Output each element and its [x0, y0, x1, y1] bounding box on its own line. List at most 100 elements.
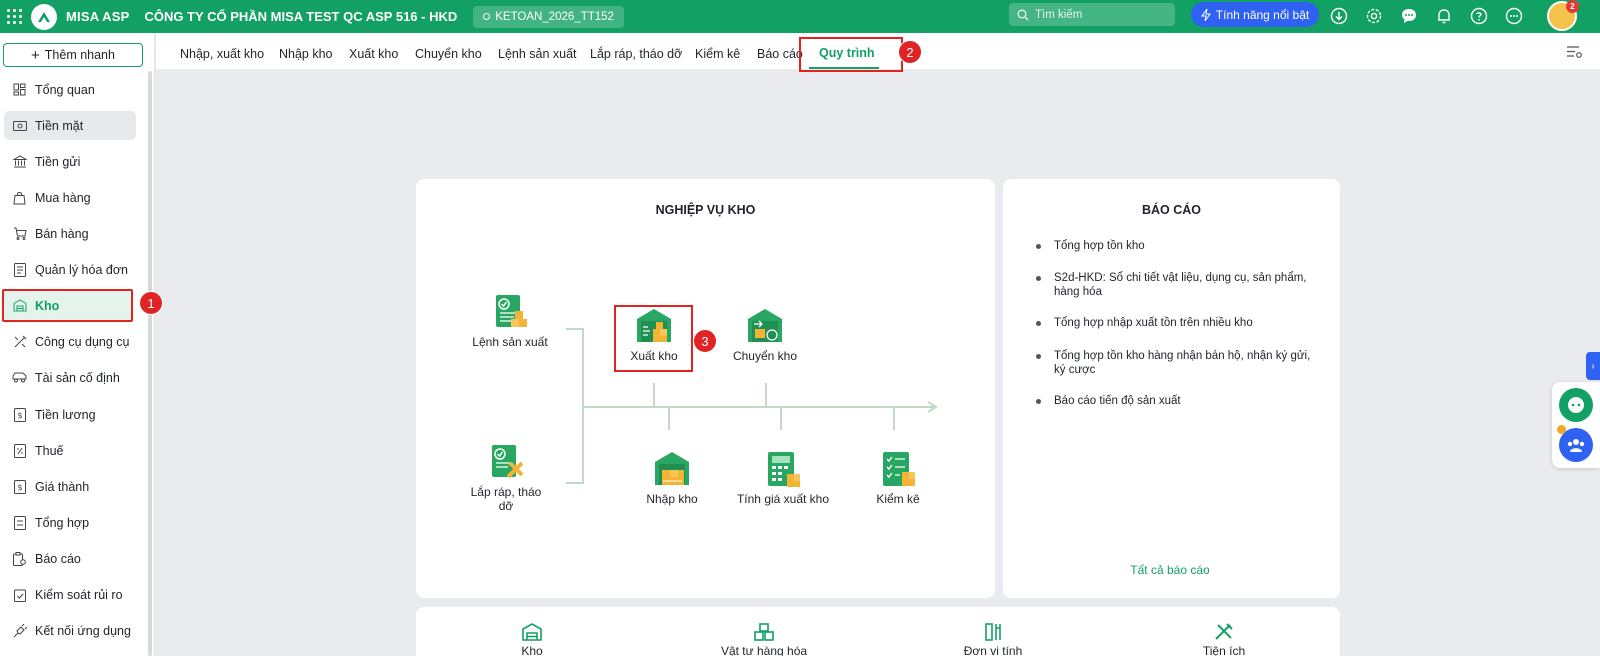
sidebar-item-label: Báo cáo [35, 551, 81, 566]
flow-label: Tính giá xuất kho [736, 492, 830, 506]
sidebar-item-fixed-assets[interactable]: Tài sản cố định [4, 363, 136, 392]
report-icon [12, 551, 27, 566]
sidebar-item-label: Quản lý hóa đơn [35, 262, 128, 277]
help-icon[interactable] [1467, 4, 1491, 28]
flow-transfer[interactable]: Chuyển kho [725, 307, 805, 363]
bank-icon [12, 154, 27, 169]
process-flow-lines [566, 328, 938, 484]
report-link-material-detail-book[interactable]: S2d-HKD: Sổ chi tiết vật liệu, dụng cụ, … [1036, 271, 1316, 299]
tab-production-order[interactable]: Lệnh sản xuất [498, 47, 577, 61]
featured-button[interactable]: Tính năng nổi bật [1191, 2, 1319, 27]
app-launcher-icon[interactable] [3, 6, 25, 28]
tab-inventory-check[interactable]: Kiểm kê [695, 47, 740, 61]
plus-icon: + [31, 46, 40, 64]
step-badge-1: 1 [139, 291, 163, 315]
report-link-production-progress[interactable]: Báo cáo tiến độ sản xuất [1036, 394, 1316, 408]
chat-icon[interactable] [1397, 4, 1421, 28]
report-link-inventory-summary[interactable]: Tổng hợp tồn kho [1036, 239, 1316, 253]
sidebar-item-label: Bán hàng [35, 226, 89, 241]
sidebar-item-summary[interactable]: Tổng hợp [4, 508, 136, 537]
summary-icon [12, 515, 27, 530]
report-link-multi-warehouse-summary[interactable]: Tổng hợp nhập xuất tồn trên nhiều kho [1036, 316, 1316, 330]
company-name[interactable]: CÔNG TY CỔ PHẦN MISA TEST QC ASP 516 - H… [144, 9, 457, 24]
tab-assembly[interactable]: Lắp ráp, tháo dỡ [590, 47, 682, 61]
misa-logo[interactable] [31, 3, 57, 30]
flow-label: Chuyển kho [732, 349, 798, 363]
shortcut-label: Vật tư hàng hóa [720, 644, 808, 656]
warehouse-icon [12, 298, 27, 313]
sidebar-item-salary[interactable]: $ Tiền lương [4, 400, 136, 429]
sidebar-item-risk-control[interactable]: Kiểm soát rủi ro [4, 580, 136, 609]
notification-badge: 2 [1566, 0, 1579, 13]
flow-inventory-check[interactable]: Kiểm kê [858, 450, 938, 506]
assembly-icon [486, 443, 526, 481]
tax-icon [12, 443, 27, 458]
expand-panel-button[interactable]: › [1586, 352, 1600, 380]
sidebar-item-invoice[interactable]: Quản lý hóa đơn [4, 255, 136, 284]
sidebar-item-tools[interactable]: Công cụ dụng cụ [4, 327, 136, 356]
sidebar-item-tax[interactable]: Thuế [4, 436, 136, 465]
download-icon[interactable] [1327, 4, 1351, 28]
flow-cost-calc[interactable]: Tính giá xuất kho [735, 450, 831, 506]
sidebar-item-reports[interactable]: Báo cáo [4, 544, 136, 573]
shortcut-label: Kho [521, 644, 543, 656]
search-placeholder: Tìm kiếm [1035, 8, 1083, 21]
tab-stock-out[interactable]: Xuất kho [349, 47, 398, 61]
sidebar-item-label: Thuế [35, 443, 64, 458]
boxes-icon [754, 623, 774, 641]
support-chat-button[interactable] [1559, 388, 1593, 422]
flow-label: Nhập kho [646, 492, 698, 506]
salary-icon: $ [12, 407, 27, 422]
sidebar-item-connect-apps[interactable]: Kết nối ứng dụng [4, 616, 136, 645]
tab-stock-in-out[interactable]: Nhập, xuất kho [180, 47, 264, 61]
flow-assembly[interactable]: Lắp ráp, tháo dỡ [466, 443, 546, 513]
all-reports-link[interactable]: Tất cả báo cáo [1003, 563, 1337, 577]
tab-settings-icon[interactable] [1566, 45, 1583, 64]
avatar[interactable]: 2 [1547, 0, 1579, 31]
sidebar-scrollbar[interactable] [148, 71, 152, 656]
tab-transfer[interactable]: Chuyển kho [415, 47, 482, 61]
search-input[interactable]: Tìm kiếm [1009, 3, 1175, 26]
sidebar-item-label: Tiền mặt [35, 118, 84, 133]
sidebar-item-warehouse[interactable]: Kho [2, 289, 133, 322]
flow-label: Lắp ráp, tháo dỡ [470, 485, 542, 513]
sidebar-item-cash[interactable]: Tiền mặt [4, 111, 136, 140]
shortcut-label: Đơn vị tính [963, 644, 1023, 656]
database-icon [483, 13, 491, 20]
shortcut-warehouse[interactable]: Kho [497, 622, 567, 656]
more-icon[interactable] [1502, 4, 1526, 28]
sidebar-item-label: Kiểm soát rủi ro [35, 587, 123, 602]
reports-title: BÁO CÁO [1141, 203, 1202, 217]
sidebar-item-overview[interactable]: Tổng quan [4, 75, 136, 104]
cash-icon [12, 118, 27, 133]
database-chip[interactable]: KETOAN_2026_TT152 [473, 5, 624, 28]
tab-reports[interactable]: Báo cáo [757, 47, 803, 61]
flow-label: Kiểm kê [876, 492, 920, 506]
risk-icon [12, 587, 27, 602]
sidebar-item-deposit[interactable]: Tiền gửi [4, 147, 136, 176]
shortcut-materials[interactable]: Vật tư hàng hóa [714, 622, 814, 656]
flow-production-order[interactable]: Lệnh sản xuất [470, 293, 550, 349]
report-link-consignment-inventory[interactable]: Tổng hợp tồn kho hàng nhận bán hộ, nhận … [1036, 349, 1316, 377]
sidebar-item-sales[interactable]: Bán hàng [4, 219, 136, 248]
shortcut-units[interactable]: Đơn vị tính [953, 622, 1033, 656]
bell-icon[interactable] [1432, 4, 1456, 28]
step-highlight-3 [614, 305, 693, 372]
sidebar-item-cost[interactable]: $ Giá thành [4, 472, 136, 501]
tab-stock-in[interactable]: Nhập kho [279, 47, 333, 61]
featured-label: Tính năng nổi bật [1215, 7, 1310, 22]
invoice-icon [12, 262, 27, 277]
utilities-icon [1215, 623, 1233, 640]
sidebar-item-label: Giá thành [35, 479, 90, 494]
flow-stock-in[interactable]: Nhập kho [632, 450, 712, 506]
shortcut-utilities[interactable]: Tiện ích [1189, 622, 1259, 656]
sidebar-item-label: Tài sản cố định [35, 370, 120, 385]
transfer-icon [745, 307, 785, 345]
step-highlight-2 [799, 37, 903, 72]
sidebar-item-label: Mua hàng [35, 190, 91, 205]
sidebar-item-purchase[interactable]: Mua hàng [4, 183, 136, 212]
gear-icon[interactable] [1362, 4, 1386, 28]
sidebar-item-label: Kho [35, 298, 60, 313]
status-dot [1557, 425, 1566, 434]
add-quick-button[interactable]: + Thêm nhanh [3, 43, 143, 67]
